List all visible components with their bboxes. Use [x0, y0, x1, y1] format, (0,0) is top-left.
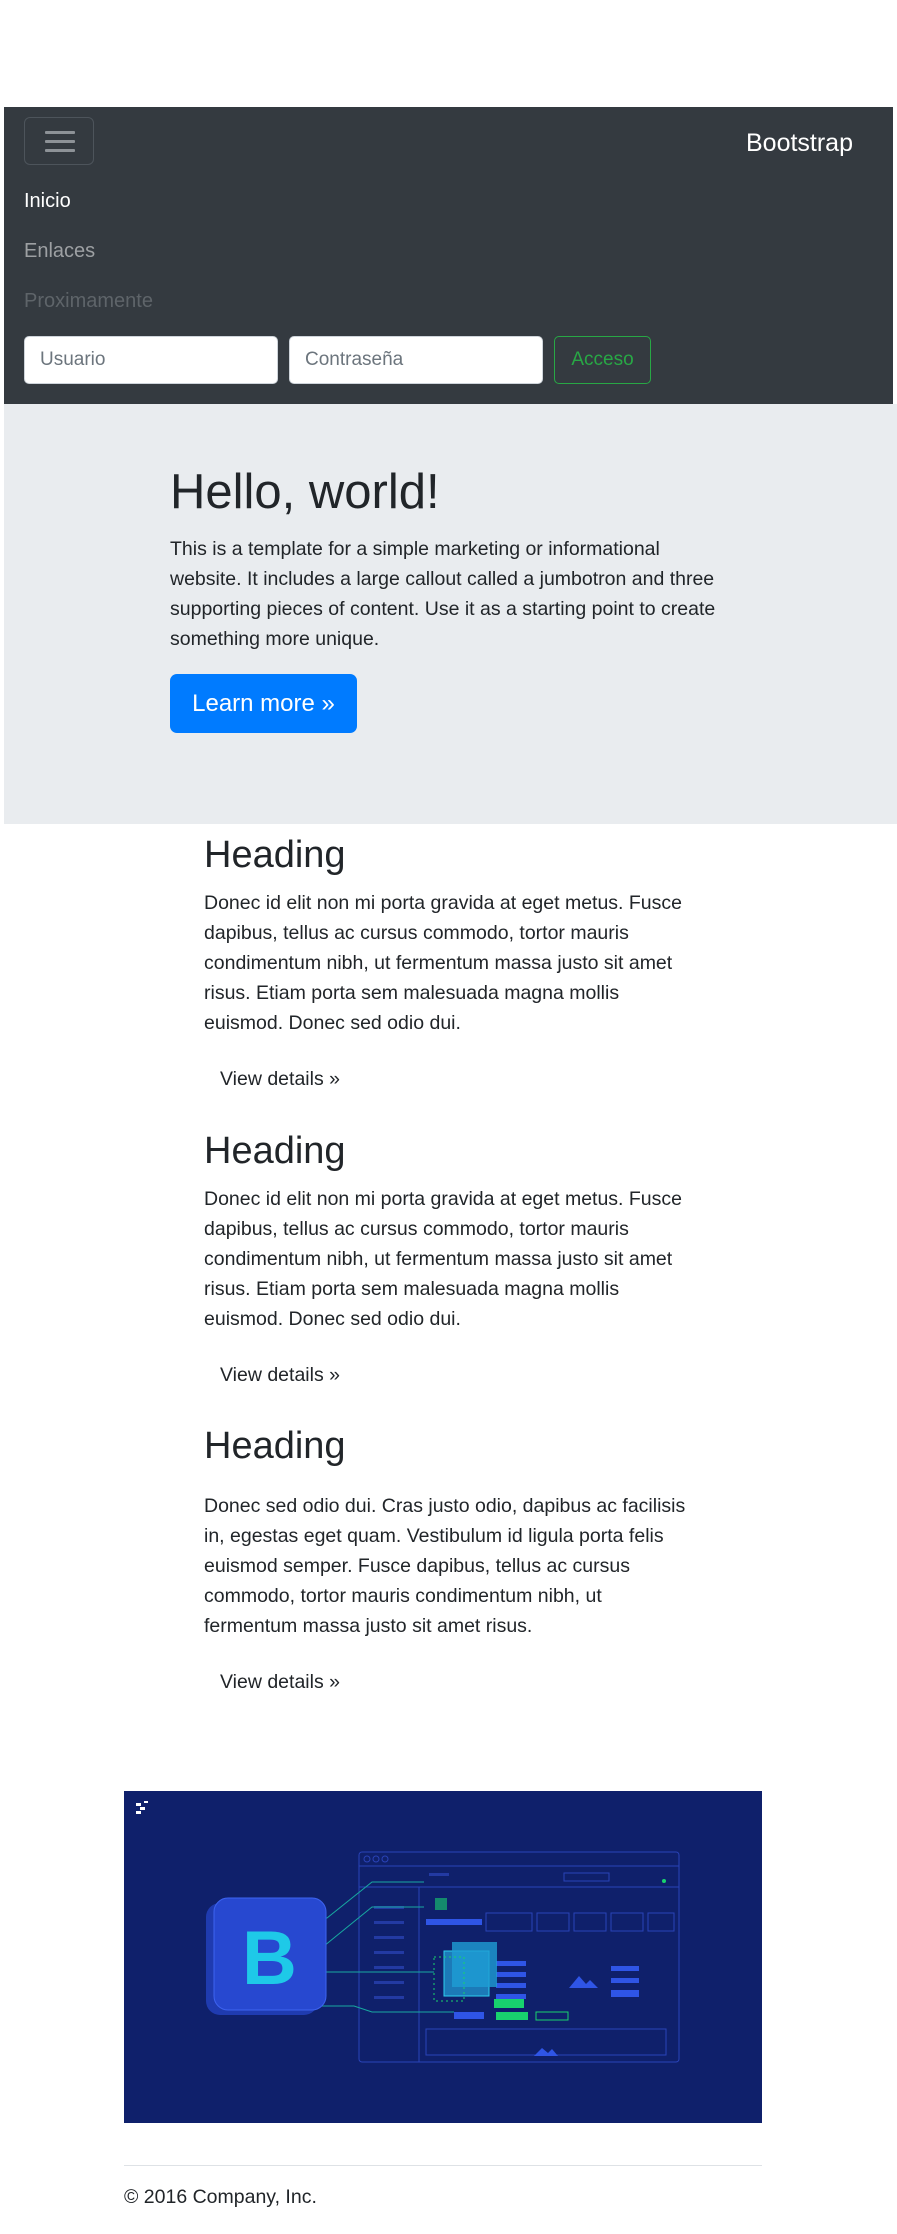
hamburger-icon-line [45, 149, 75, 152]
content-column-2: Heading Donec id elit non mi porta gravi… [204, 1128, 694, 1395]
column-text: Donec id elit non mi porta gravida at eg… [204, 892, 682, 1034]
bootstrap-hero-image: B [124, 1791, 762, 2123]
column-text: Donec id elit non mi porta gravida at eg… [204, 1188, 682, 1330]
footer-copyright: © 2016 Company, Inc. [124, 2186, 317, 2208]
column-text: Donec sed odio dui. Cras justo odio, dap… [204, 1495, 686, 1637]
jumbotron-text: This is a template for a simple marketin… [170, 538, 716, 650]
nav-link-proximamente: Proximamente [24, 290, 153, 312]
hamburger-icon [45, 131, 75, 134]
login-button[interactable]: Acceso [554, 336, 651, 384]
content-column-1: Heading Donec id elit non mi porta gravi… [204, 832, 694, 1099]
view-details-button[interactable]: View details » [204, 1663, 356, 1702]
navbar-brand[interactable]: Bootstrap [746, 129, 853, 158]
bootstrap-logo-letter: B [242, 1916, 297, 2001]
username-input[interactable] [24, 336, 278, 384]
password-input[interactable] [289, 336, 543, 384]
corner-logo-icon [136, 1801, 148, 1814]
column-heading: Heading [204, 1130, 346, 1172]
hamburger-icon-line [45, 140, 75, 143]
column-heading: Heading [204, 1425, 346, 1467]
view-details-button[interactable]: View details » [204, 1356, 356, 1395]
nav-link-enlaces[interactable]: Enlaces [24, 240, 95, 263]
navbar: Bootstrap Inicio Enlaces Proximamente Ac… [4, 107, 893, 404]
jumbotron: Hello, world! This is a template for a s… [4, 404, 897, 824]
view-details-button[interactable]: View details » [204, 1060, 356, 1099]
footer-divider [124, 2165, 762, 2166]
jumbotron-title: Hello, world! [170, 465, 440, 519]
bootstrap-illustration [136, 1801, 680, 2063]
learn-more-button[interactable]: Learn more » [170, 674, 357, 733]
content-column-3: Heading Donec sed odio dui. Cras justo o… [204, 1423, 694, 1702]
navbar-toggler-button[interactable] [24, 117, 94, 165]
column-heading: Heading [204, 834, 346, 876]
nav-link-inicio[interactable]: Inicio [24, 190, 71, 213]
